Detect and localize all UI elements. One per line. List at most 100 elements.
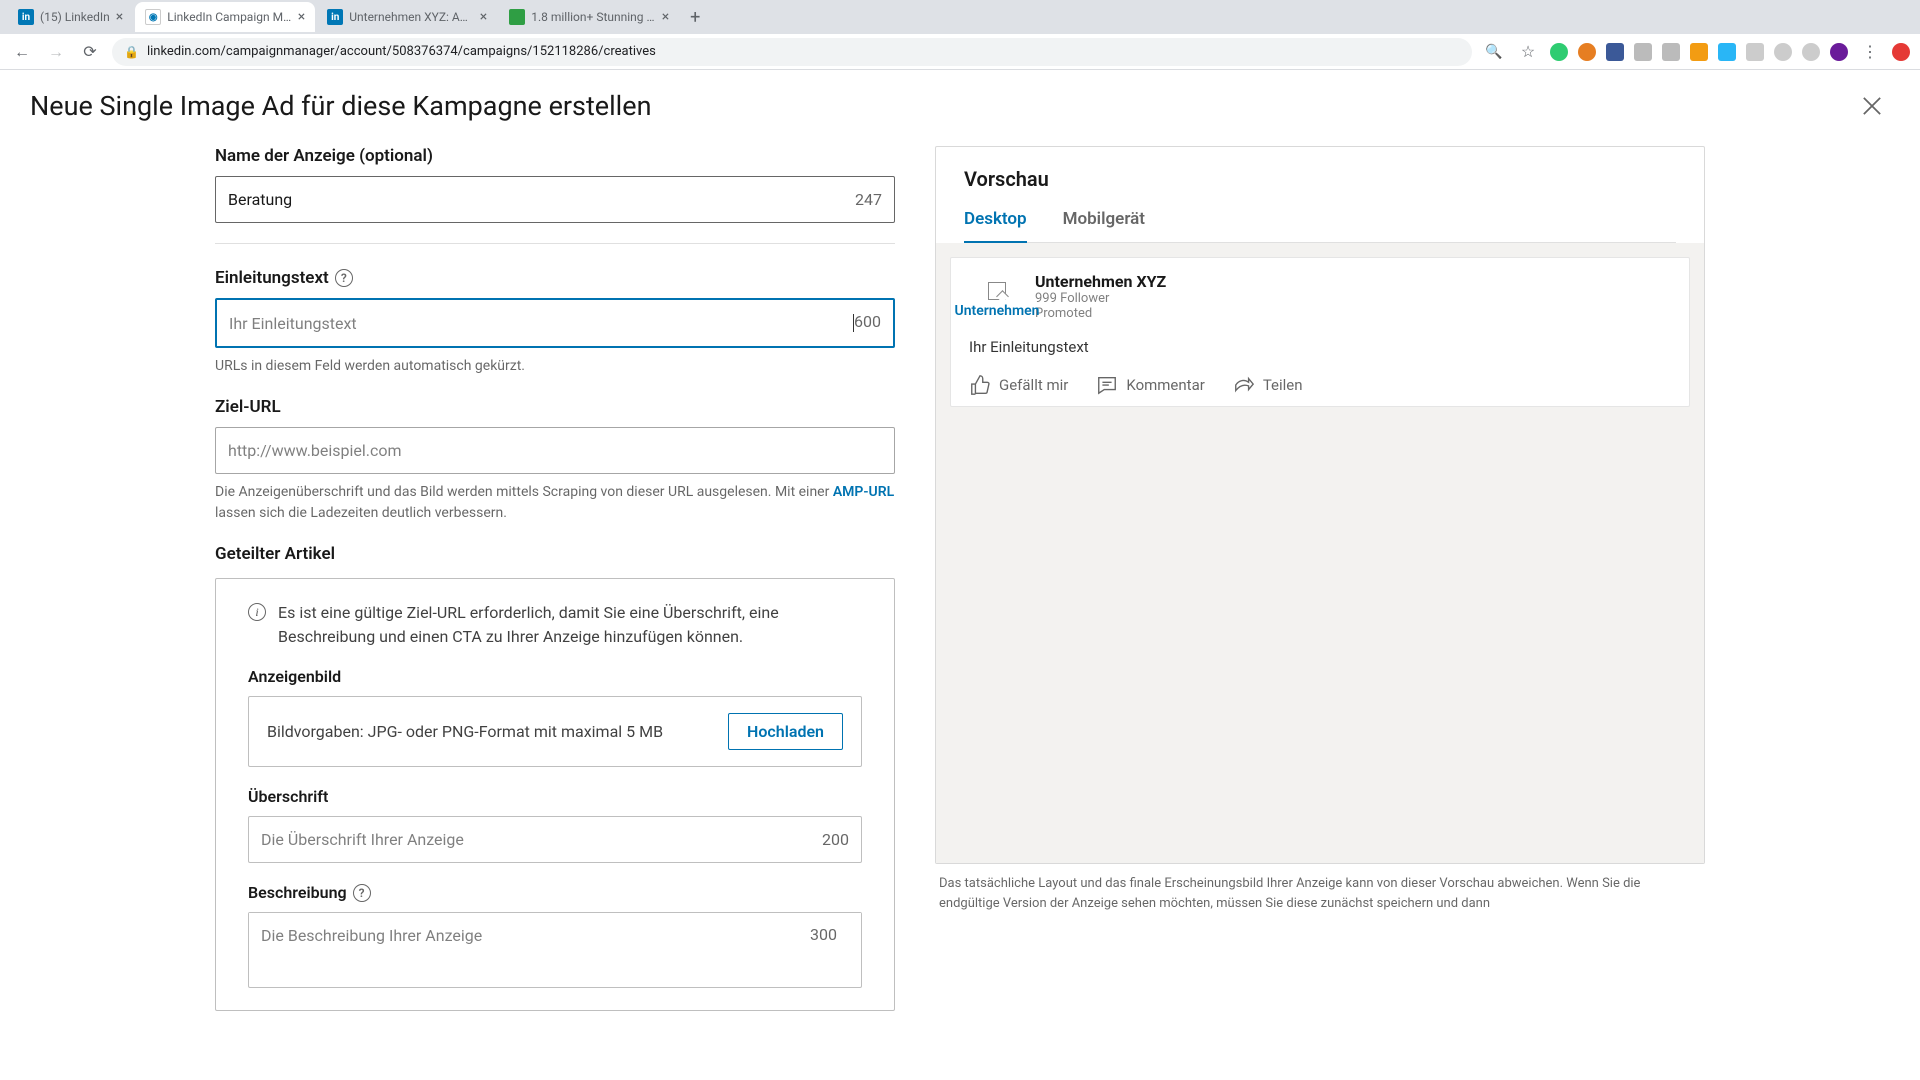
tab-title: Unternehmen XYZ: Administra [349,10,474,24]
reload-button[interactable]: ⟳ [78,40,102,64]
browser-tab[interactable]: ◉ LinkedIn Campaign Manager × [135,2,315,32]
preview-disclaimer: Das tatsächliche Layout und das finale E… [935,874,1705,913]
lock-icon: 🔒 [124,45,139,59]
share-button[interactable]: Teilen [1233,374,1303,396]
ad-image-spec: Bildvorgaben: JPG- oder PNG-Format mit m… [267,720,663,744]
extension-icon[interactable] [1774,43,1792,61]
favicon-icon: in [18,9,34,25]
dest-url-input[interactable] [216,428,894,473]
info-row: i Es ist eine gültige Ziel-URL erforderl… [248,601,862,649]
menu-icon[interactable]: ⋮ [1858,40,1882,64]
extension-icon[interactable] [1662,43,1680,61]
tab-title: (15) LinkedIn [40,10,110,24]
shared-article-heading: Geteilter Artikel [215,544,895,564]
company-logo-alt: Unternehmen [955,303,1040,319]
comment-button[interactable]: Kommentar [1096,374,1204,396]
ad-name-field: Name der Anzeige (optional) 247 [215,146,895,223]
preview-card: Unternehmen Unternehmen XYZ 999 Follower… [950,257,1690,407]
ad-name-input[interactable] [216,177,855,222]
extension-icon[interactable] [1690,43,1708,61]
tab-close-icon[interactable]: × [298,9,305,25]
new-tab-button[interactable]: + [681,7,709,28]
like-icon [969,374,991,396]
browser-tab[interactable]: in Unternehmen XYZ: Administra × [317,2,497,32]
broken-image-icon [988,282,1006,300]
tab-title: LinkedIn Campaign Manager [167,10,292,24]
tab-mobile[interactable]: Mobilgerät [1063,209,1145,242]
extension-icons: ⋮ [1550,40,1910,64]
info-text: Es ist eine gültige Ziel-URL erforderlic… [278,601,862,649]
description-input[interactable] [249,913,861,983]
url-field[interactable]: 🔒 linkedin.com/campaignmanager/account/5… [112,38,1472,66]
tab-desktop[interactable]: Desktop [964,209,1027,243]
headline-input-wrap[interactable]: 200 [248,816,862,863]
address-bar: ← → ⟳ 🔒 linkedin.com/campaignmanager/acc… [0,34,1920,70]
description-count: 300 [810,925,849,944]
extension-icon[interactable] [1802,43,1820,61]
extension-icon[interactable] [1746,43,1764,61]
back-button[interactable]: ← [10,40,34,64]
divider [215,243,895,244]
favicon-icon: ◉ [145,9,161,25]
notification-icon[interactable] [1892,43,1910,61]
ad-name-input-wrap[interactable]: 247 [215,176,895,223]
avatar-icon[interactable] [1830,43,1848,61]
dest-url-field: Ziel-URL Die Anzeigenüberschrift und das… [215,397,895,524]
url-text: linkedin.com/campaignmanager/account/508… [147,44,656,59]
intro-input-wrap[interactable]: 600 [215,298,895,348]
promoted-label: Promoted [1035,306,1166,321]
intro-input[interactable] [217,301,851,346]
close-icon [1858,92,1886,120]
ad-name-count: 247 [855,190,894,209]
shared-article-box: i Es ist eine gültige Ziel-URL erforderl… [215,578,895,1011]
favicon-icon: in [327,9,343,25]
preview-tabs: Desktop Mobilgerät [964,209,1676,243]
extension-icon[interactable] [1634,43,1652,61]
company-followers: 999 Follower [1035,291,1166,306]
ad-image-label: Anzeigenbild [248,667,862,686]
preview-title: Vorschau [964,167,1676,191]
tab-close-icon[interactable]: × [116,9,123,25]
extension-icon[interactable] [1578,43,1596,61]
extension-icon[interactable] [1550,43,1568,61]
star-icon[interactable]: ☆ [1516,40,1540,64]
forward-button[interactable]: → [44,40,68,64]
help-icon[interactable]: ? [335,269,353,287]
upload-button[interactable]: Hochladen [728,713,843,750]
tab-close-icon[interactable]: × [662,9,669,25]
intro-count: 600 [854,312,893,331]
form-column: Name der Anzeige (optional) 247 Einleitu… [215,146,895,1011]
preview-column: Vorschau Desktop Mobilgerät Unternehmen [935,146,1705,1011]
preview-panel: Vorschau Desktop Mobilgerät Unternehmen [935,146,1705,864]
company-logo: Unternehmen [969,272,1025,328]
headline-count: 200 [822,830,861,849]
zoom-icon[interactable]: 🔍 [1482,40,1506,64]
description-input-wrap[interactable]: 300 [248,912,862,988]
extension-icon[interactable] [1606,43,1624,61]
headline-label: Überschrift [248,787,862,806]
amp-url-link[interactable]: AMP-URL [833,484,894,500]
dest-url-helper: Die Anzeigenüberschrift und das Bild wer… [215,482,895,524]
dest-url-input-wrap[interactable] [215,427,895,474]
share-icon [1233,374,1255,396]
browser-tab[interactable]: 1.8 million+ Stunning Free Im × [499,2,679,32]
close-button[interactable] [1854,88,1890,124]
modal-header: Neue Single Image Ad für diese Kampagne … [0,70,1920,146]
browser-tab[interactable]: in (15) LinkedIn × [8,2,133,32]
browser-chrome: in (15) LinkedIn × ◉ LinkedIn Campaign M… [0,0,1920,70]
help-icon[interactable]: ? [353,884,371,902]
intro-helper: URLs in diesem Feld werden automatisch g… [215,356,895,377]
preview-body: Unternehmen Unternehmen XYZ 999 Follower… [936,243,1704,863]
preview-intro-text: Ihr Einleitungstext [969,338,1671,356]
tab-close-icon[interactable]: × [480,9,487,25]
company-name: Unternehmen XYZ [1035,272,1166,291]
modal-page: Neue Single Image Ad für diese Kampagne … [0,70,1920,1080]
intro-field: Einleitungstext ? 600 URLs in diesem Fel… [215,268,895,377]
extension-icon[interactable] [1718,43,1736,61]
info-icon: i [248,603,266,621]
card-actions: Gefällt mir Kommentar Teilen [969,370,1671,396]
headline-input[interactable] [249,817,822,862]
like-button[interactable]: Gefällt mir [969,374,1068,396]
tab-bar: in (15) LinkedIn × ◉ LinkedIn Campaign M… [0,0,1920,34]
tab-title: 1.8 million+ Stunning Free Im [531,10,656,24]
